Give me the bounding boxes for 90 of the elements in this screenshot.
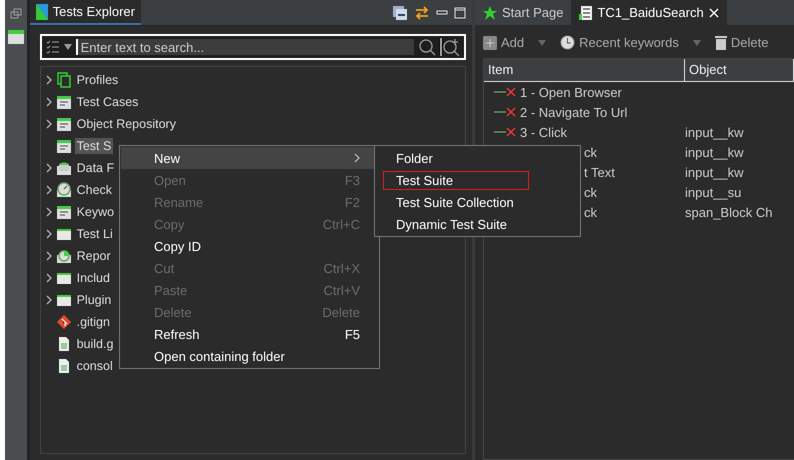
expand-chevron-icon[interactable] bbox=[44, 251, 53, 261]
profiles-icon bbox=[56, 72, 72, 88]
folder-icon bbox=[56, 226, 72, 242]
shortcut-label: F3 bbox=[344, 172, 360, 188]
database-icon bbox=[56, 160, 72, 176]
tree-item[interactable]: Profiles bbox=[74, 72, 120, 88]
star-icon bbox=[483, 6, 498, 20]
clock-icon bbox=[560, 35, 576, 50]
editor-tab[interactable]: TC1_BaiduSearch bbox=[571, 0, 727, 25]
shortcut-label: F2 bbox=[344, 194, 360, 210]
tree-item[interactable]: Check bbox=[74, 182, 114, 198]
expand-chevron-icon[interactable] bbox=[44, 207, 53, 217]
expand-chevron-icon[interactable] bbox=[44, 229, 53, 239]
expand-chevron-icon[interactable] bbox=[44, 97, 53, 107]
expand-chevron-icon[interactable] bbox=[44, 119, 53, 129]
trash-icon bbox=[714, 35, 727, 50]
table-cell: 1 - Open Browser bbox=[520, 84, 622, 100]
menu-item[interactable]: Refresh F5 bbox=[121, 323, 378, 345]
dropdown-caret-icon bbox=[538, 40, 546, 46]
shortcut-label: F5 bbox=[344, 326, 360, 342]
table-cell: input__kw bbox=[685, 164, 744, 180]
expand-chevron-icon[interactable] bbox=[44, 75, 53, 85]
table-cell: 3 - Click bbox=[520, 124, 567, 140]
expand-chevron-icon[interactable] bbox=[44, 295, 53, 305]
menu-item[interactable]: Copy ID bbox=[121, 235, 378, 257]
tree-item[interactable]: build.g bbox=[74, 336, 116, 352]
shortcut-label: Ctrl+C bbox=[322, 216, 360, 232]
expand-chevron-icon[interactable] bbox=[44, 163, 53, 173]
table-cell: input__kw bbox=[685, 144, 744, 160]
window-icon bbox=[56, 138, 72, 154]
column-header[interactable]: Item bbox=[484, 59, 686, 81]
folder-icon bbox=[56, 292, 72, 308]
collapse-all-icon[interactable] bbox=[392, 4, 408, 20]
keyword-icon[interactable] bbox=[8, 30, 24, 44]
tree-item[interactable]: Test Cases bbox=[74, 94, 140, 110]
search-icon[interactable] bbox=[418, 38, 436, 56]
table-cell: input__kw bbox=[685, 124, 744, 140]
column-header[interactable]: Object bbox=[685, 59, 794, 81]
dropdown-caret-icon[interactable] bbox=[64, 44, 72, 50]
tree-item[interactable]: Test S bbox=[74, 138, 114, 154]
step-status-icon bbox=[494, 127, 516, 137]
expand-chevron-icon[interactable] bbox=[44, 273, 53, 283]
menu-item[interactable]: Dynamic Test Suite bbox=[383, 214, 520, 234]
tree-item[interactable]: Plugin bbox=[74, 292, 114, 308]
step-status-icon bbox=[494, 87, 516, 97]
shortcut-label: Ctrl+X bbox=[324, 260, 360, 276]
step-status-icon bbox=[494, 107, 516, 117]
maximize-icon[interactable] bbox=[454, 6, 466, 18]
window-icon bbox=[56, 116, 72, 132]
filter-list-icon[interactable] bbox=[46, 40, 60, 54]
expand-chevron-icon[interactable] bbox=[44, 185, 53, 195]
tree-item[interactable]: Keywo bbox=[74, 204, 116, 220]
dropdown-caret-icon bbox=[692, 40, 701, 46]
close-icon[interactable] bbox=[708, 8, 719, 18]
explorer-tab[interactable]: Tests Explorer bbox=[30, 0, 141, 25]
tree-item[interactable]: Data F bbox=[74, 160, 116, 176]
restore-icon[interactable] bbox=[10, 8, 22, 20]
table-cell: t Text bbox=[584, 164, 615, 180]
list-document-icon bbox=[579, 6, 592, 20]
shortcut-label: Ctrl+V bbox=[324, 282, 360, 298]
tree-item[interactable]: consol bbox=[74, 358, 115, 374]
plus-icon bbox=[483, 36, 498, 50]
window-icon bbox=[56, 94, 72, 110]
tree-item[interactable]: Repor bbox=[74, 248, 113, 264]
link-arrows-icon[interactable] bbox=[414, 4, 430, 20]
table-cell: ck bbox=[584, 144, 598, 160]
menu-item[interactable]: Folder bbox=[383, 148, 446, 168]
menu-item[interactable]: Open containing folder bbox=[121, 345, 378, 367]
table-cell: 2 - Navigate To Url bbox=[520, 104, 628, 120]
search-field[interactable]: Enter text to search... bbox=[40, 34, 466, 60]
window-icon bbox=[56, 204, 72, 220]
tree-item[interactable]: Includ bbox=[74, 270, 112, 286]
table-cell: span_Block Ch bbox=[685, 204, 772, 220]
menu-item[interactable]: Test Suite bbox=[383, 170, 529, 190]
table-cell: ck bbox=[584, 204, 598, 220]
tree-item[interactable]: Object Repository bbox=[74, 116, 178, 132]
toolbar-button[interactable]: Recent keywords bbox=[560, 35, 701, 50]
toolbar-button[interactable]: Delete bbox=[714, 35, 768, 50]
shortcut-label: Delete bbox=[322, 304, 360, 320]
advanced-search-icon[interactable] bbox=[440, 38, 460, 56]
tree-item[interactable]: .gitign bbox=[74, 314, 112, 330]
logo-icon bbox=[36, 4, 48, 20]
report-icon bbox=[56, 248, 72, 264]
tree-item[interactable]: Test Li bbox=[74, 226, 115, 242]
folder-icon bbox=[56, 270, 72, 286]
gauge-icon bbox=[56, 182, 72, 198]
table-cell: input__su bbox=[685, 184, 742, 200]
table-cell: ck bbox=[584, 184, 598, 200]
menu-item[interactable]: Test Suite Collection bbox=[383, 192, 527, 212]
toolbar-button[interactable]: Add bbox=[483, 35, 546, 50]
